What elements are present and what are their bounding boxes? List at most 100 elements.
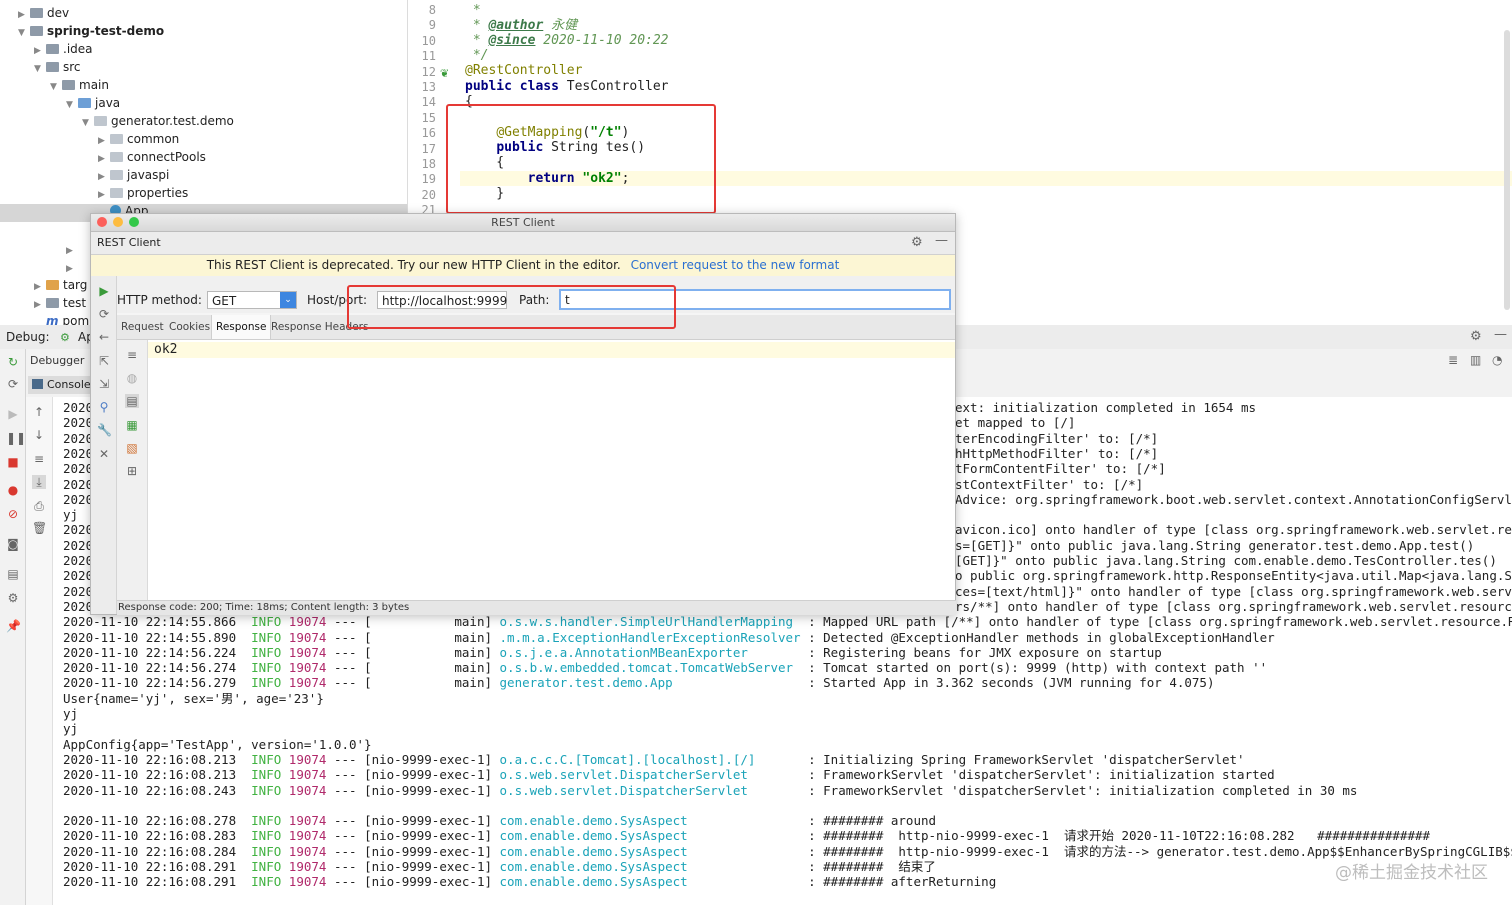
console-line: yj	[63, 507, 79, 523]
text-view-icon[interactable]: ▤	[125, 394, 139, 408]
tab-request[interactable]: Request	[117, 315, 168, 339]
folder-icon	[46, 62, 59, 72]
tree-item[interactable]: ▶ connectPools	[98, 148, 206, 166]
console-line: AppConfig{app='TestApp', version='1.0.0'…	[63, 736, 372, 752]
tab-response[interactable]: Response	[211, 315, 272, 339]
print-icon[interactable]: ⎙	[32, 499, 46, 513]
trash-icon[interactable]: 🗑	[32, 521, 47, 535]
console-line-tail: hHttpMethodFilter' to: [/*]	[955, 445, 1159, 461]
tree-item-test[interactable]: ▶ test	[34, 294, 86, 312]
console-line-tail: avicon.ico] onto handler of type [class …	[955, 522, 1512, 538]
resume-icon[interactable]: ▶	[6, 407, 20, 421]
pin-icon[interactable]: 📌	[6, 619, 21, 633]
rest-left-toolbar: ▶ ⟳ ← ⇱ ⇲ ⚲ 🔧 ✕	[91, 276, 117, 614]
code-comment: *	[465, 3, 481, 18]
chevron-down-icon[interactable]: ▼	[82, 114, 94, 132]
console-line: 2020 tFormContentFilter' to: [/*]	[63, 461, 1166, 477]
console-line: 2020 [GET]}" onto public java.lang.String…	[63, 553, 1497, 568]
stop-icon[interactable]: ■	[6, 455, 20, 469]
tree-item[interactable]: ▶ javaspi	[98, 166, 169, 184]
tree-item[interactable]: ▶ common	[98, 130, 179, 148]
tree-item-label: connectPools	[127, 150, 206, 164]
tree-item[interactable]: ▼ generator.test.demo	[82, 112, 234, 130]
camera-icon[interactable]: ◙	[6, 537, 20, 551]
tab-cookies[interactable]: Cookies	[165, 315, 214, 339]
minimize-window-button[interactable]	[113, 217, 123, 227]
pause-icon[interactable]: ❚❚	[6, 431, 26, 445]
generate-icon[interactable]: ⚲	[97, 400, 111, 414]
tree-item-pom[interactable]: m pom	[46, 312, 89, 325]
restore-layout-icon[interactable]: ▥	[1470, 353, 1481, 367]
tree-item[interactable]: ▼ src	[34, 58, 81, 76]
line-number: 10	[421, 33, 436, 48]
close-window-button[interactable]	[97, 217, 107, 227]
tree-item[interactable]: ▼ main	[50, 76, 109, 94]
chevron-down-icon[interactable]: ▼	[50, 78, 62, 96]
tree-item-target[interactable]: ▶ targ	[34, 276, 87, 294]
console-line: yj	[63, 721, 79, 737]
json-view-icon[interactable]: ▦	[125, 418, 139, 432]
zoom-window-button[interactable]	[129, 217, 139, 227]
globe-icon[interactable]: ◍	[125, 371, 139, 385]
banner-text: This REST Client is deprecated. Try our …	[206, 258, 621, 272]
down-arrow-icon[interactable]: ↓	[32, 428, 46, 442]
mute-breakpoints-icon[interactable]: ⊘	[6, 507, 20, 521]
console-line: 2020 avicon.ico] onto handler of type [cl…	[63, 522, 1512, 537]
rest-panel-header: REST Client ⚙ —	[91, 232, 955, 255]
tree-item[interactable]: ▼ spring-test-demo	[18, 22, 164, 40]
console-line-tail: s=[GET]}" onto public java.lang.String g…	[955, 537, 1475, 553]
convert-request-link[interactable]: Convert request to the new format	[631, 258, 840, 272]
tree-collapsed-row[interactable]: ▶	[66, 240, 78, 258]
gear-icon[interactable]: ⚙	[1470, 329, 1482, 344]
xml-view-icon[interactable]: ▧	[125, 441, 139, 455]
line-number: 13	[421, 80, 436, 94]
tree-item[interactable]: ▶ properties	[98, 184, 188, 202]
editor-scrollbar[interactable]	[1504, 30, 1510, 310]
export-icon[interactable]: ⇱	[97, 354, 111, 368]
log-line: 2020-11-10 22:16:08.291 INFO 19074 --- […	[63, 859, 936, 874]
layout-settings-icon[interactable]: ▤	[6, 567, 20, 581]
tree-item[interactable]: ▶ .idea	[34, 40, 93, 58]
package-icon	[110, 152, 123, 162]
debug-left-toolbar: ↻ ⟳ ▶ ❚❚ ■ ● ⊘ ◙ ▤ ⚙ 📌	[0, 349, 26, 905]
chevron-down-icon[interactable]: ▼	[18, 24, 30, 42]
soft-wrap-icon[interactable]: ≡	[32, 452, 46, 466]
annotation-highlight-box	[446, 104, 716, 214]
scroll-to-end-icon[interactable]: ⤓	[32, 475, 46, 489]
view-breakpoints-icon[interactable]: ●	[6, 483, 20, 497]
layout-icon[interactable]: ≣	[1448, 353, 1458, 367]
rerun-icon[interactable]: ↻	[6, 355, 20, 369]
console-line-tail: stContextFilter' to: [/*]	[955, 476, 1144, 492]
console-line: 2020 et mapped to [/]	[63, 415, 1076, 431]
tree-collapsed-row[interactable]: ▶	[66, 258, 78, 276]
minimize-icon[interactable]: —	[935, 233, 948, 248]
settings-icon[interactable]: ⚙	[6, 591, 20, 605]
speed-icon[interactable]: ◔	[1492, 353, 1502, 367]
chevron-down-icon[interactable]: ▼	[66, 96, 78, 114]
import-icon[interactable]: ⇲	[97, 377, 111, 391]
watermark: @稀土掘金技术社区	[1335, 863, 1488, 883]
refresh-icon[interactable]: ⟳	[97, 307, 111, 321]
spring-bean-icon[interactable]: ❦	[440, 67, 449, 80]
chevron-down-icon[interactable]: ▼	[34, 60, 46, 78]
tree-item-label: properties	[127, 186, 189, 200]
up-arrow-icon[interactable]: ↑	[32, 405, 46, 419]
console-line-tail: rs/**] onto handler of type [class org.s…	[955, 598, 1512, 614]
close-icon[interactable]: ✕	[97, 447, 111, 461]
tree-item-label: main	[79, 78, 109, 92]
http-method-select[interactable]: GET ⌄	[207, 291, 297, 309]
back-arrow-icon[interactable]: ←	[97, 330, 111, 344]
run-request-icon[interactable]: ▶	[97, 284, 111, 298]
minimize-icon[interactable]: —	[1494, 327, 1507, 342]
restart-icon[interactable]: ⟳	[6, 377, 20, 391]
tree-item[interactable]: ▼ java	[66, 94, 120, 112]
gear-icon[interactable]: ⚙	[911, 235, 923, 250]
wrap-icon[interactable]: ≡	[125, 348, 139, 362]
line-number: 12	[421, 64, 436, 79]
tab-debugger[interactable]: Debugger	[30, 354, 84, 367]
html-view-icon[interactable]: ⊞	[125, 464, 139, 478]
response-body[interactable]: ok2	[148, 340, 955, 600]
tab-console[interactable]: Console	[47, 378, 91, 391]
wrench-icon[interactable]: 🔧	[97, 423, 112, 437]
tree-item[interactable]: ▶ dev	[18, 4, 69, 22]
